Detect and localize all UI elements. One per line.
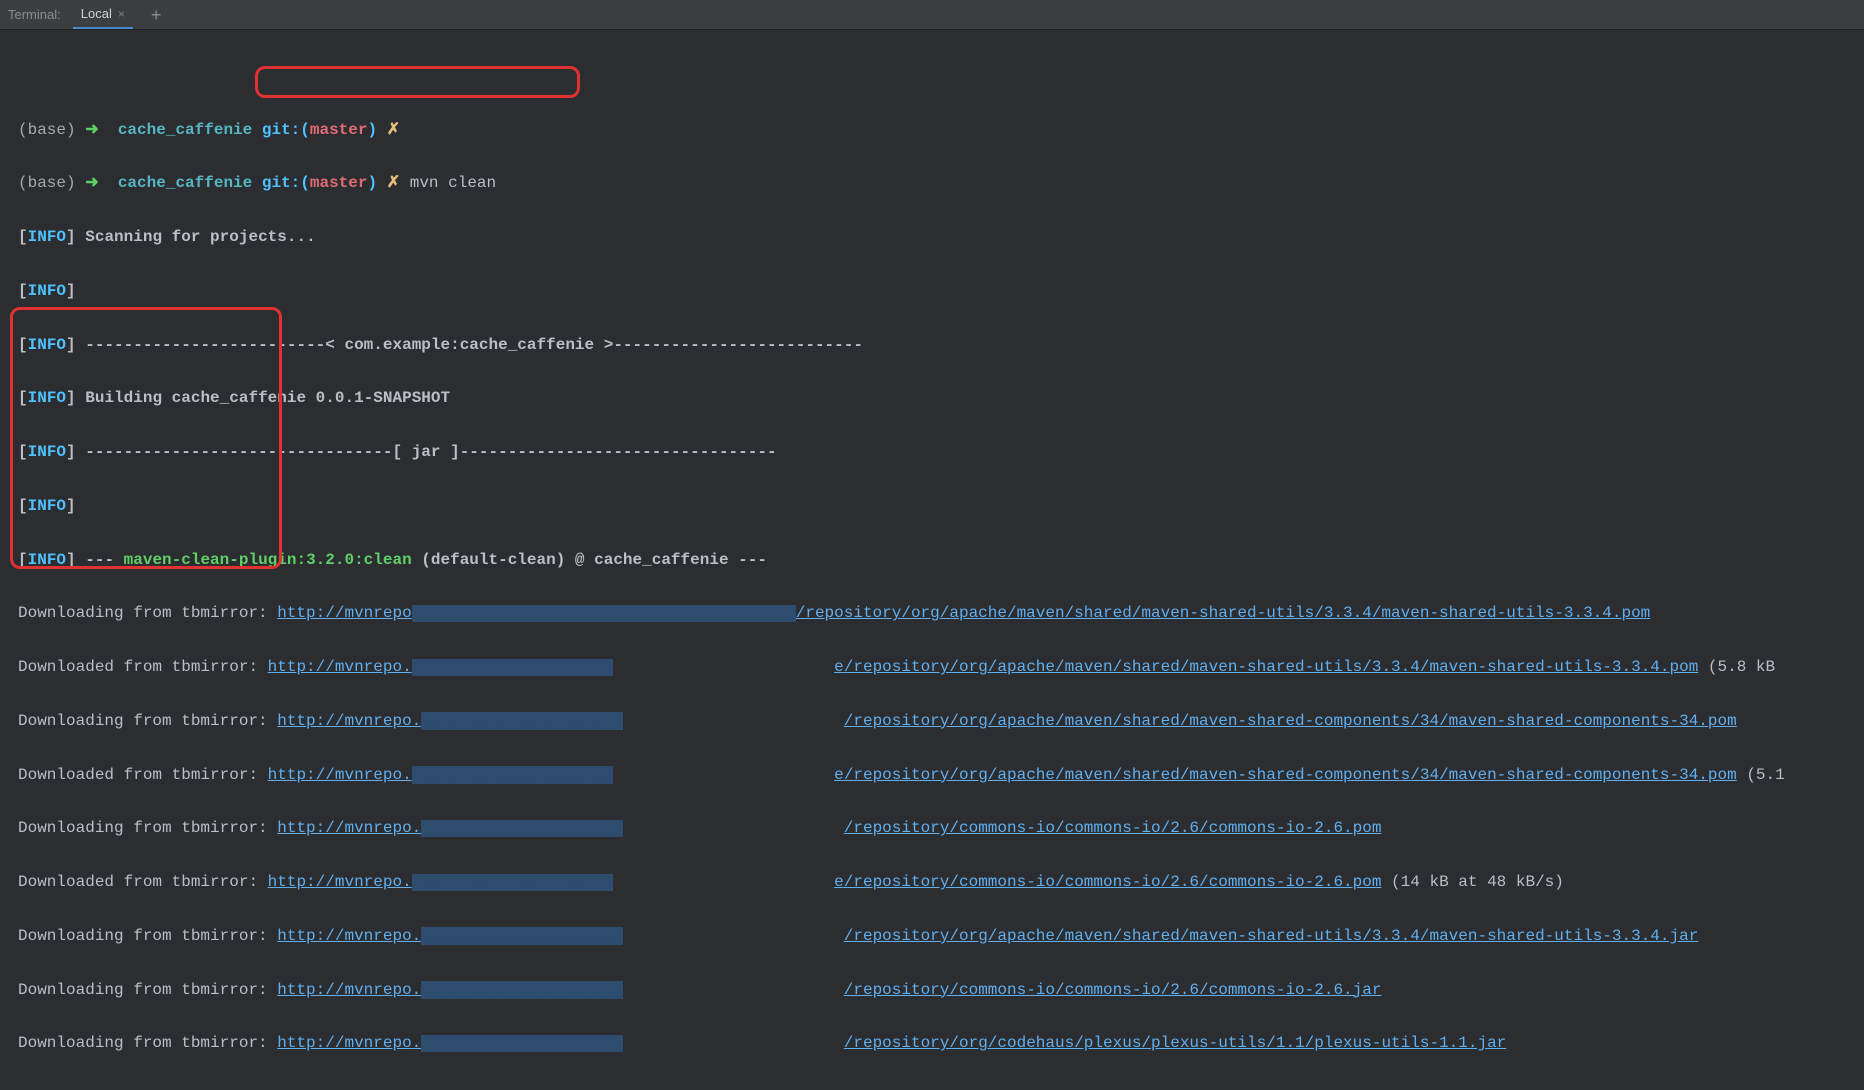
log-line: [INFO] --------------------------------[… [18, 439, 1856, 466]
download-line: Downloaded from tbmirror: http://mvnrepo… [18, 869, 1856, 896]
log-line: [INFO] Scanning for projects... [18, 224, 1856, 251]
prompt-line: (base) ➜ cache_caffenie git:(master) ✗ [18, 117, 1856, 144]
log-line: [INFO] [18, 278, 1856, 305]
download-line: Downloaded from tbmirror: http://mvnrepo… [18, 654, 1856, 681]
download-line: Downloading from tbmirror: http://mvnrep… [18, 815, 1856, 842]
log-line: [INFO] --- maven-clean-plugin:3.2.0:clea… [18, 547, 1856, 574]
download-line: Downloading from tbmirror: http://mvnrep… [18, 1030, 1856, 1057]
log-line: [INFO] Building cache_caffenie 0.0.1-SNA… [18, 385, 1856, 412]
log-line: [INFO] [18, 493, 1856, 520]
download-line: Downloaded from tbmirror: http://mvnrepo… [18, 762, 1856, 789]
terminal-tab-local[interactable]: Local × [73, 0, 133, 29]
terminal-toolbar: Terminal: Local × + [0, 0, 1864, 30]
highlight-command [255, 66, 580, 98]
download-line: Downloading from tbmirror: http://mvnrep… [18, 708, 1856, 735]
tab-label: Local [81, 6, 112, 21]
add-tab-button[interactable]: + [145, 6, 168, 24]
download-line: Downloading from tbmirror: http://mvnrep… [18, 977, 1856, 1004]
close-icon[interactable]: × [118, 7, 125, 21]
prompt-line-cmd: (base) ➜ cache_caffenie git:(master) ✗ m… [18, 170, 1856, 197]
log-line: [INFO] -------------------------< com.ex… [18, 332, 1856, 359]
terminal-label: Terminal: [8, 7, 61, 22]
terminal-output[interactable]: (base) ➜ cache_caffenie git:(master) ✗ (… [0, 30, 1864, 1090]
download-line: Downloading from tbmirror: http://mvnrep… [18, 923, 1856, 950]
download-line: Downloading from tbmirror: http://mvnrep… [18, 600, 1856, 627]
